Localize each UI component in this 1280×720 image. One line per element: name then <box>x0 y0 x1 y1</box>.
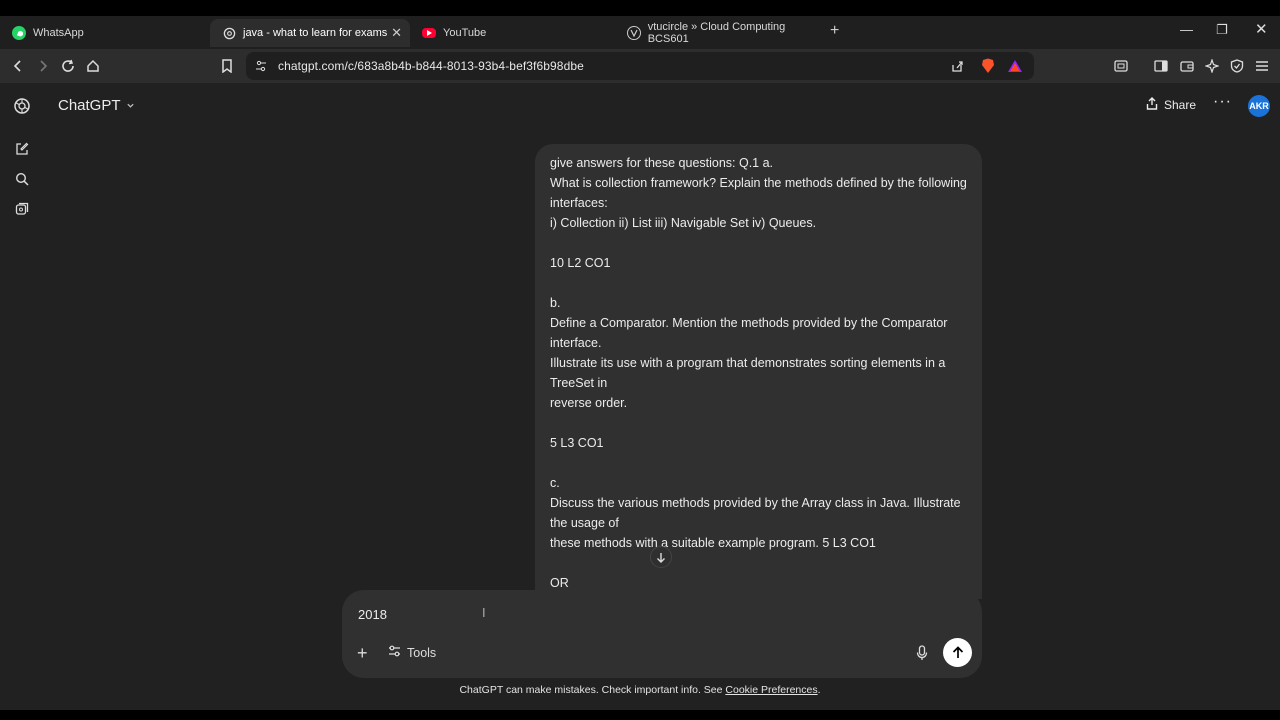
cookie-preferences-link[interactable]: Cookie Preferences <box>725 684 817 696</box>
sliders-icon <box>388 645 401 660</box>
share-page-icon[interactable] <box>948 57 966 75</box>
tab-label: WhatsApp <box>33 27 84 39</box>
forward-icon[interactable] <box>34 57 52 75</box>
user-message-bubble: give answers for these questions: Q.1 a.… <box>535 144 982 599</box>
arrow-up-icon <box>952 646 963 658</box>
new-tab-icon[interactable]: + <box>830 22 839 40</box>
user-message-text: give answers for these questions: Q.1 a.… <box>550 156 967 590</box>
youtube-icon <box>422 28 436 38</box>
vtucircle-icon <box>627 26 641 40</box>
upload-icon <box>1146 97 1158 113</box>
window-bottom-strip <box>0 710 1280 720</box>
add-attachment-icon[interactable]: + <box>357 643 368 664</box>
model-name: ChatGPT <box>58 97 121 114</box>
tab-whatsapp[interactable]: WhatsApp <box>0 19 205 47</box>
chevron-down-icon <box>126 97 135 114</box>
chatgpt-app: ChatGPT Share ··· AKR give answers for t… <box>0 83 1280 710</box>
close-tab-icon[interactable]: ✕ <box>391 25 402 41</box>
scroll-to-bottom-button[interactable] <box>650 546 672 568</box>
tab-label: vtucircle » Cloud Computing BCS601 <box>647 21 786 45</box>
minimize-icon[interactable]: — <box>1180 22 1193 37</box>
close-window-icon[interactable]: ✕ <box>1255 20 1268 38</box>
menu-icon[interactable] <box>1253 57 1271 75</box>
browser-toolbar: chatgpt.com/c/683a8b4b-b844-8013-93b4-be… <box>0 49 1280 83</box>
back-icon[interactable] <box>9 57 27 75</box>
microphone-icon[interactable] <box>916 645 932 661</box>
tab-youtube[interactable]: YouTube <box>410 19 615 47</box>
tools-button[interactable]: Tools <box>388 645 436 660</box>
screenshot-icon[interactable] <box>1112 57 1130 75</box>
disclaimer-end: . <box>817 684 821 696</box>
tab-label: java - what to learn for exams <box>243 27 388 39</box>
arrow-down-icon <box>657 552 665 563</box>
chatgpt-logo-icon[interactable] <box>12 96 32 116</box>
tab-strip: WhatsApp java - what to learn for exams … <box>0 16 1280 49</box>
disclaimer-text: ChatGPT can make mistakes. Check importa… <box>459 684 726 696</box>
url-text: chatgpt.com/c/683a8b4b-b844-8013-93b4-be… <box>278 59 584 73</box>
bookmark-icon[interactable] <box>218 57 236 75</box>
wallet-icon[interactable] <box>1178 57 1196 75</box>
disclaimer: ChatGPT can make mistakes. Check importa… <box>0 684 1280 696</box>
tab-vtucircle[interactable]: vtucircle » Cloud Computing BCS601 <box>615 19 825 47</box>
tab-label: YouTube <box>443 27 487 39</box>
site-settings-icon[interactable] <box>252 57 270 75</box>
send-button[interactable] <box>943 638 972 667</box>
chatgpt-icon <box>222 26 236 40</box>
home-icon[interactable] <box>84 57 102 75</box>
address-bar[interactable]: chatgpt.com/c/683a8b4b-b844-8013-93b4-be… <box>246 52 1034 80</box>
composer: 2018 I + Tools <box>342 590 982 678</box>
reload-icon[interactable] <box>59 57 77 75</box>
window-top-strip <box>0 0 1280 16</box>
whatsapp-icon <box>12 26 26 40</box>
more-options-icon[interactable]: ··· <box>1213 93 1232 111</box>
restore-icon[interactable]: ❐ <box>1216 22 1228 38</box>
new-chat-icon[interactable] <box>13 140 31 158</box>
tab-chatgpt[interactable]: java - what to learn for exams ✕ <box>210 19 410 47</box>
text-cursor-icon: I <box>482 605 486 620</box>
prompt-input[interactable]: 2018 <box>358 607 387 622</box>
brave-rewards-icon[interactable] <box>1006 57 1024 75</box>
search-icon[interactable] <box>13 170 31 188</box>
brave-shield-icon[interactable] <box>979 57 997 75</box>
tools-label: Tools <box>407 645 437 660</box>
library-icon[interactable] <box>13 200 31 218</box>
vpn-icon[interactable] <box>1228 57 1246 75</box>
sidebar-toggle-icon[interactable] <box>1152 57 1170 75</box>
avatar[interactable]: AKR <box>1248 95 1270 117</box>
leo-ai-icon[interactable] <box>1203 57 1221 75</box>
share-label: Share <box>1164 98 1197 112</box>
model-selector[interactable]: ChatGPT <box>58 97 135 114</box>
share-button[interactable]: Share <box>1146 97 1196 113</box>
